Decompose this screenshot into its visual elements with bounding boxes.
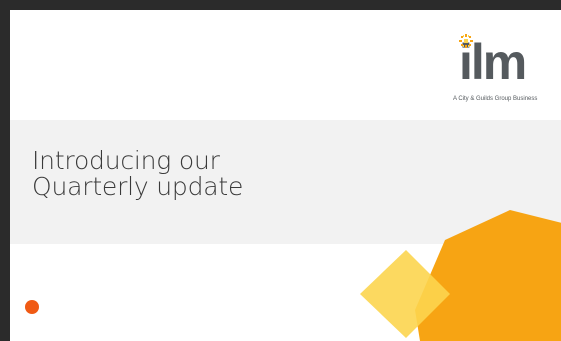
decorative-shapes [25,210,561,341]
orange-dot-shape [25,300,39,314]
orange-hexagon-shape [415,210,561,341]
slide-canvas: Introducing our Quarterly update ilm A C [10,10,561,341]
